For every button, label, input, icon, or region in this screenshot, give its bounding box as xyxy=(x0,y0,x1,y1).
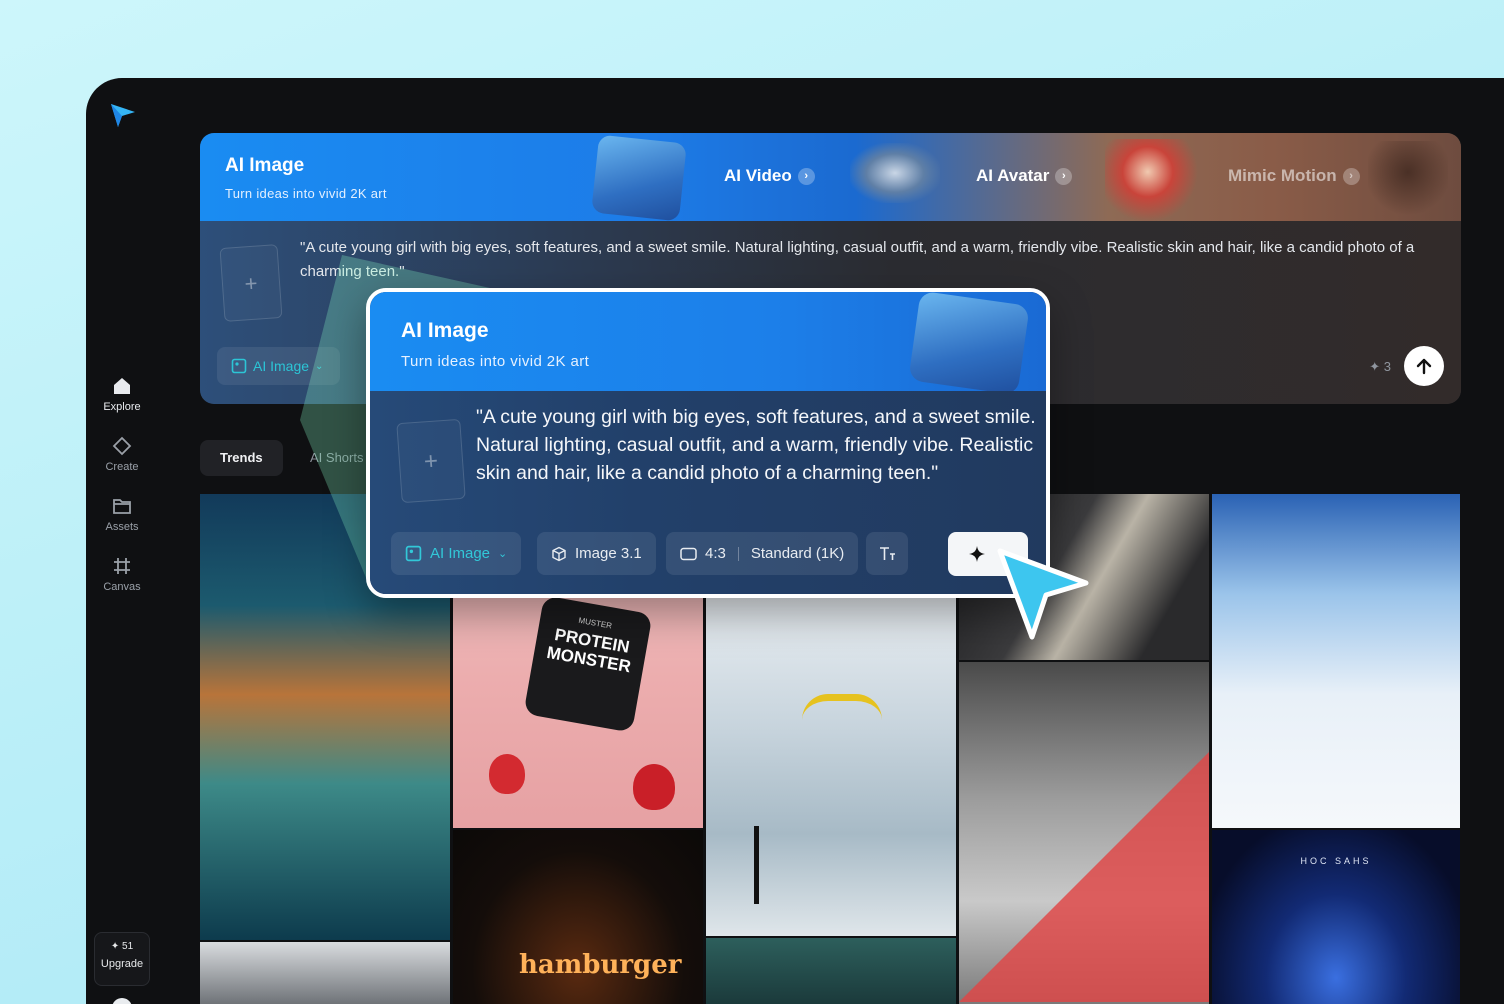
gallery-item-flying-girl[interactable] xyxy=(959,662,1209,1004)
chevron-down-icon: ⌄ xyxy=(498,548,508,560)
cube-icon xyxy=(552,546,566,561)
gallery-item-blue-poster[interactable]: HOC SAHS xyxy=(1212,830,1460,1004)
text-style-button[interactable] xyxy=(866,532,908,575)
avatar-thumbnail xyxy=(1105,139,1200,221)
banner-header: AI Image Turn ideas into vivid 2K art AI… xyxy=(200,133,1461,222)
strawberry-icon xyxy=(489,754,525,794)
upload-reference-button[interactable]: + xyxy=(396,418,466,504)
banner-title: AI Image xyxy=(225,155,305,176)
zoomed-prompt-card: AI Image Turn ideas into vivid 2K art + … xyxy=(366,288,1050,598)
image-icon xyxy=(405,545,422,562)
upgrade-button[interactable]: ✦ 51 Upgrade xyxy=(94,932,150,986)
popup-title: AI Image xyxy=(401,319,489,342)
popup-header: AI Image Turn ideas into vivid 2K art xyxy=(370,292,1046,396)
avatar[interactable] xyxy=(112,998,132,1004)
red-beam xyxy=(959,752,1209,1002)
strawberry-icon xyxy=(633,764,675,810)
sidebar-item-label: Canvas xyxy=(103,581,141,593)
tab-label: AI Video xyxy=(724,166,792,185)
chevron-down-icon: ⌄ xyxy=(315,360,324,372)
diamond-icon xyxy=(112,436,132,456)
sidebar-item-create[interactable]: Create xyxy=(86,435,158,473)
sidebar-item-explore[interactable]: Explore xyxy=(86,375,158,413)
ratio-label: 4:3 xyxy=(705,545,726,562)
model-select[interactable]: Image 3.1 xyxy=(537,532,656,575)
tab-label: AI Avatar xyxy=(976,166,1050,185)
neon-text: hamburger xyxy=(519,950,682,980)
image-icon xyxy=(231,358,247,374)
chevron-right-icon: › xyxy=(1055,167,1073,185)
gallery-item-neon-hamburger[interactable]: hamburger xyxy=(453,830,703,1004)
sidebar-item-canvas[interactable]: Canvas xyxy=(86,555,158,593)
folder-icon xyxy=(113,499,131,514)
canvas-icon xyxy=(114,558,130,574)
tab-ai-video[interactable]: AI Video › xyxy=(724,166,815,186)
aspect-ratio-icon xyxy=(680,547,697,560)
sidebar-item-label: Explore xyxy=(103,401,141,413)
chevron-right-icon: › xyxy=(797,167,815,185)
cursor-pointer-icon xyxy=(997,548,1089,640)
sidebar-item-assets[interactable]: Assets xyxy=(86,495,158,533)
gallery-item-sci-fi-room[interactable] xyxy=(200,942,450,1004)
jet-thumbnail xyxy=(850,143,940,203)
send-button[interactable] xyxy=(1404,346,1444,386)
aspect-quality-select[interactable]: 4:3 Standard (1K) xyxy=(666,532,859,575)
sidebar-item-label: Assets xyxy=(105,521,139,533)
motion-thumbnail xyxy=(1368,141,1448,219)
mode-select[interactable]: AI Image ⌄ xyxy=(391,532,522,575)
product-jar: MUSTER PROTEIN MONSTER xyxy=(523,595,653,733)
prompt-input[interactable]: "A cute young girl with big eyes, soft f… xyxy=(300,236,1450,284)
tab-label: Mimic Motion xyxy=(1228,166,1337,185)
upgrade-label: Upgrade xyxy=(100,958,144,970)
mode-label: AI Image xyxy=(253,358,310,374)
black-bar xyxy=(754,826,759,904)
tab-mimic-motion[interactable]: Mimic Motion › xyxy=(1228,166,1360,186)
divider xyxy=(737,546,739,561)
prompt-input[interactable]: "A cute young girl with big eyes, soft f… xyxy=(476,403,1036,487)
banner-subtitle: Turn ideas into vivid 2K art xyxy=(225,186,387,201)
home-icon xyxy=(114,378,130,394)
sidebar-item-label: Create xyxy=(105,461,139,473)
quality-label: Standard (1K) xyxy=(750,545,845,562)
dreamina-logo[interactable] xyxy=(108,100,138,130)
mode-label: AI Image xyxy=(430,545,491,562)
tab-ai-avatar[interactable]: AI Avatar › xyxy=(976,166,1073,186)
popup-subtitle: Turn ideas into vivid 2K art xyxy=(401,353,590,370)
model-label: Image 3.1 xyxy=(575,545,642,562)
poster-title: HOC SAHS xyxy=(1300,856,1372,866)
upload-reference-button[interactable]: + xyxy=(219,244,283,322)
whale-thumbnail xyxy=(908,292,1030,396)
popup-prompt-panel: + "A cute young girl with big eyes, soft… xyxy=(370,391,1046,594)
tab-trends[interactable]: Trends xyxy=(200,440,283,476)
gallery-item-ice-canyon[interactable] xyxy=(706,596,956,936)
credits-count: ✦ 51 xyxy=(110,941,134,952)
text-size-icon xyxy=(880,546,895,560)
arrow-up-icon xyxy=(1416,358,1432,375)
paraglider xyxy=(802,694,882,724)
whale-thumbnail xyxy=(591,134,687,222)
sparkle-icon xyxy=(969,546,985,562)
mode-select[interactable]: AI Image ⌄ xyxy=(217,347,340,385)
credit-cost: ✦ 3 xyxy=(1369,359,1391,374)
gallery-item-polar-bear[interactable] xyxy=(1212,494,1460,828)
chevron-right-icon: › xyxy=(1342,167,1360,185)
gallery-item-teal-room[interactable] xyxy=(706,938,956,1004)
